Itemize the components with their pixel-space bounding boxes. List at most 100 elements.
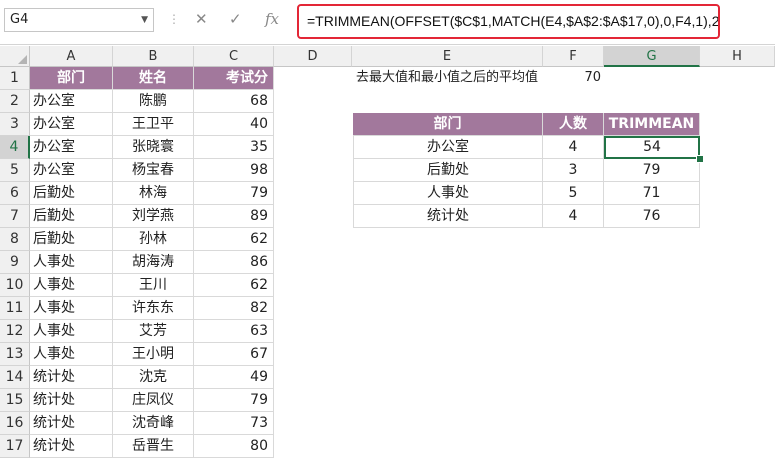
cell-score[interactable]: 62 — [194, 228, 274, 251]
summary-trimmean[interactable]: 76 — [604, 205, 700, 228]
cell-score[interactable]: 82 — [194, 297, 274, 320]
check-icon[interactable]: ✓ — [229, 10, 242, 28]
cell-name[interactable]: 王卫平 — [113, 113, 194, 136]
cell-score[interactable]: 40 — [194, 113, 274, 136]
row-header-4[interactable]: 4 — [0, 136, 30, 159]
cell-name[interactable]: 林海 — [113, 182, 194, 205]
formula-input[interactable]: =TRIMMEAN(OFFSET($C$1,MATCH(E4,$A$2:$A$1… — [297, 4, 720, 39]
row-header-9[interactable]: 9 — [0, 251, 30, 274]
summary-header-count[interactable]: 人数 — [543, 113, 604, 136]
cell-dept[interactable]: 统计处 — [30, 412, 113, 435]
fill-handle[interactable] — [696, 155, 704, 163]
column-header-h[interactable]: H — [700, 46, 775, 67]
summary-dept[interactable]: 人事处 — [353, 182, 543, 205]
active-cell-g4[interactable]: 54 — [604, 136, 700, 159]
header-name[interactable]: 姓名 — [113, 67, 194, 90]
cell-dept[interactable]: 办公室 — [30, 90, 113, 113]
summary-dept[interactable]: 办公室 — [353, 136, 543, 159]
row-header-16[interactable]: 16 — [0, 412, 30, 435]
cell-score[interactable]: 67 — [194, 343, 274, 366]
cell-score[interactable]: 62 — [194, 274, 274, 297]
summary-header-trimmean[interactable]: TRIMMEAN — [604, 113, 700, 136]
row-header-1[interactable]: 1 — [0, 67, 30, 90]
row-header-17[interactable]: 17 — [0, 435, 30, 458]
cell-name[interactable]: 陈鹏 — [113, 90, 194, 113]
column-header-f[interactable]: F — [543, 46, 604, 67]
cell-score[interactable]: 63 — [194, 320, 274, 343]
cell-score[interactable]: 79 — [194, 389, 274, 412]
cell-name[interactable]: 艾芳 — [113, 320, 194, 343]
summary-trimmean[interactable]: 71 — [604, 182, 700, 205]
note-label[interactable]: 去最大值和最小值之后的平均值 — [356, 67, 538, 90]
cell-dept[interactable]: 人事处 — [30, 343, 113, 366]
header-dept[interactable]: 部门 — [30, 67, 113, 90]
cell-dept[interactable]: 办公室 — [30, 136, 113, 159]
column-header-e[interactable]: E — [352, 46, 543, 67]
summary-header-dept[interactable]: 部门 — [353, 113, 543, 136]
note-value[interactable]: 70 — [543, 67, 601, 90]
cell-score[interactable]: 68 — [194, 90, 274, 113]
cell-dept[interactable]: 后勤处 — [30, 205, 113, 228]
row-header-6[interactable]: 6 — [0, 182, 30, 205]
cell-dept[interactable]: 后勤处 — [30, 182, 113, 205]
row-header-5[interactable]: 5 — [0, 159, 30, 182]
column-header-b[interactable]: B — [113, 46, 194, 67]
fx-icon[interactable]: fx — [265, 10, 279, 28]
cell-name[interactable]: 胡海涛 — [113, 251, 194, 274]
summary-count[interactable]: 4 — [543, 205, 604, 228]
header-score[interactable]: 考试分 — [194, 67, 274, 90]
column-header-g[interactable]: G — [604, 46, 700, 67]
cell-dept[interactable]: 人事处 — [30, 320, 113, 343]
cell-name[interactable]: 王川 — [113, 274, 194, 297]
summary-count[interactable]: 3 — [543, 159, 604, 182]
cell-dept[interactable]: 办公室 — [30, 159, 113, 182]
select-all-button[interactable] — [0, 46, 30, 67]
cell-dept[interactable]: 统计处 — [30, 389, 113, 412]
row-header-10[interactable]: 10 — [0, 274, 30, 297]
row-header-11[interactable]: 11 — [0, 297, 30, 320]
row-header-13[interactable]: 13 — [0, 343, 30, 366]
cell-score[interactable]: 79 — [194, 182, 274, 205]
cell-name[interactable]: 沈克 — [113, 366, 194, 389]
name-box[interactable]: G4 ▼ — [4, 8, 154, 32]
cell-score[interactable]: 35 — [194, 136, 274, 159]
summary-count[interactable]: 4 — [543, 136, 604, 159]
cell-name[interactable]: 许东东 — [113, 297, 194, 320]
cell-name[interactable]: 刘学燕 — [113, 205, 194, 228]
summary-count[interactable]: 5 — [543, 182, 604, 205]
cell-score[interactable]: 49 — [194, 366, 274, 389]
cell-score[interactable]: 73 — [194, 412, 274, 435]
cell-score[interactable]: 86 — [194, 251, 274, 274]
summary-trimmean[interactable]: 79 — [604, 159, 700, 182]
cell-dept[interactable]: 人事处 — [30, 274, 113, 297]
close-icon[interactable]: ✕ — [195, 10, 208, 28]
summary-dept[interactable]: 统计处 — [353, 205, 543, 228]
cell-dept[interactable]: 统计处 — [30, 366, 113, 389]
cell-name[interactable]: 杨宝春 — [113, 159, 194, 182]
cell-dept[interactable]: 统计处 — [30, 435, 113, 458]
column-header-c[interactable]: C — [194, 46, 274, 67]
cell-dept[interactable]: 后勤处 — [30, 228, 113, 251]
cell-name[interactable]: 庄凤仪 — [113, 389, 194, 412]
column-header-a[interactable]: A — [30, 46, 113, 67]
row-header-12[interactable]: 12 — [0, 320, 30, 343]
cell-name[interactable]: 沈奇峰 — [113, 412, 194, 435]
cell-score[interactable]: 98 — [194, 159, 274, 182]
column-header-d[interactable]: D — [274, 46, 352, 67]
cell-name[interactable]: 张晓寰 — [113, 136, 194, 159]
chevron-down-icon[interactable]: ▼ — [141, 9, 148, 31]
row-header-15[interactable]: 15 — [0, 389, 30, 412]
row-header-14[interactable]: 14 — [0, 366, 30, 389]
cell-dept[interactable]: 人事处 — [30, 251, 113, 274]
cell-dept[interactable]: 人事处 — [30, 297, 113, 320]
summary-dept[interactable]: 后勤处 — [353, 159, 543, 182]
row-header-7[interactable]: 7 — [0, 205, 30, 228]
row-header-8[interactable]: 8 — [0, 228, 30, 251]
cell-name[interactable]: 王小明 — [113, 343, 194, 366]
row-header-3[interactable]: 3 — [0, 113, 30, 136]
cell-name[interactable]: 岳晋生 — [113, 435, 194, 458]
cell-score[interactable]: 80 — [194, 435, 274, 458]
cell-name[interactable]: 孙林 — [113, 228, 194, 251]
cell-score[interactable]: 89 — [194, 205, 274, 228]
row-header-2[interactable]: 2 — [0, 90, 30, 113]
